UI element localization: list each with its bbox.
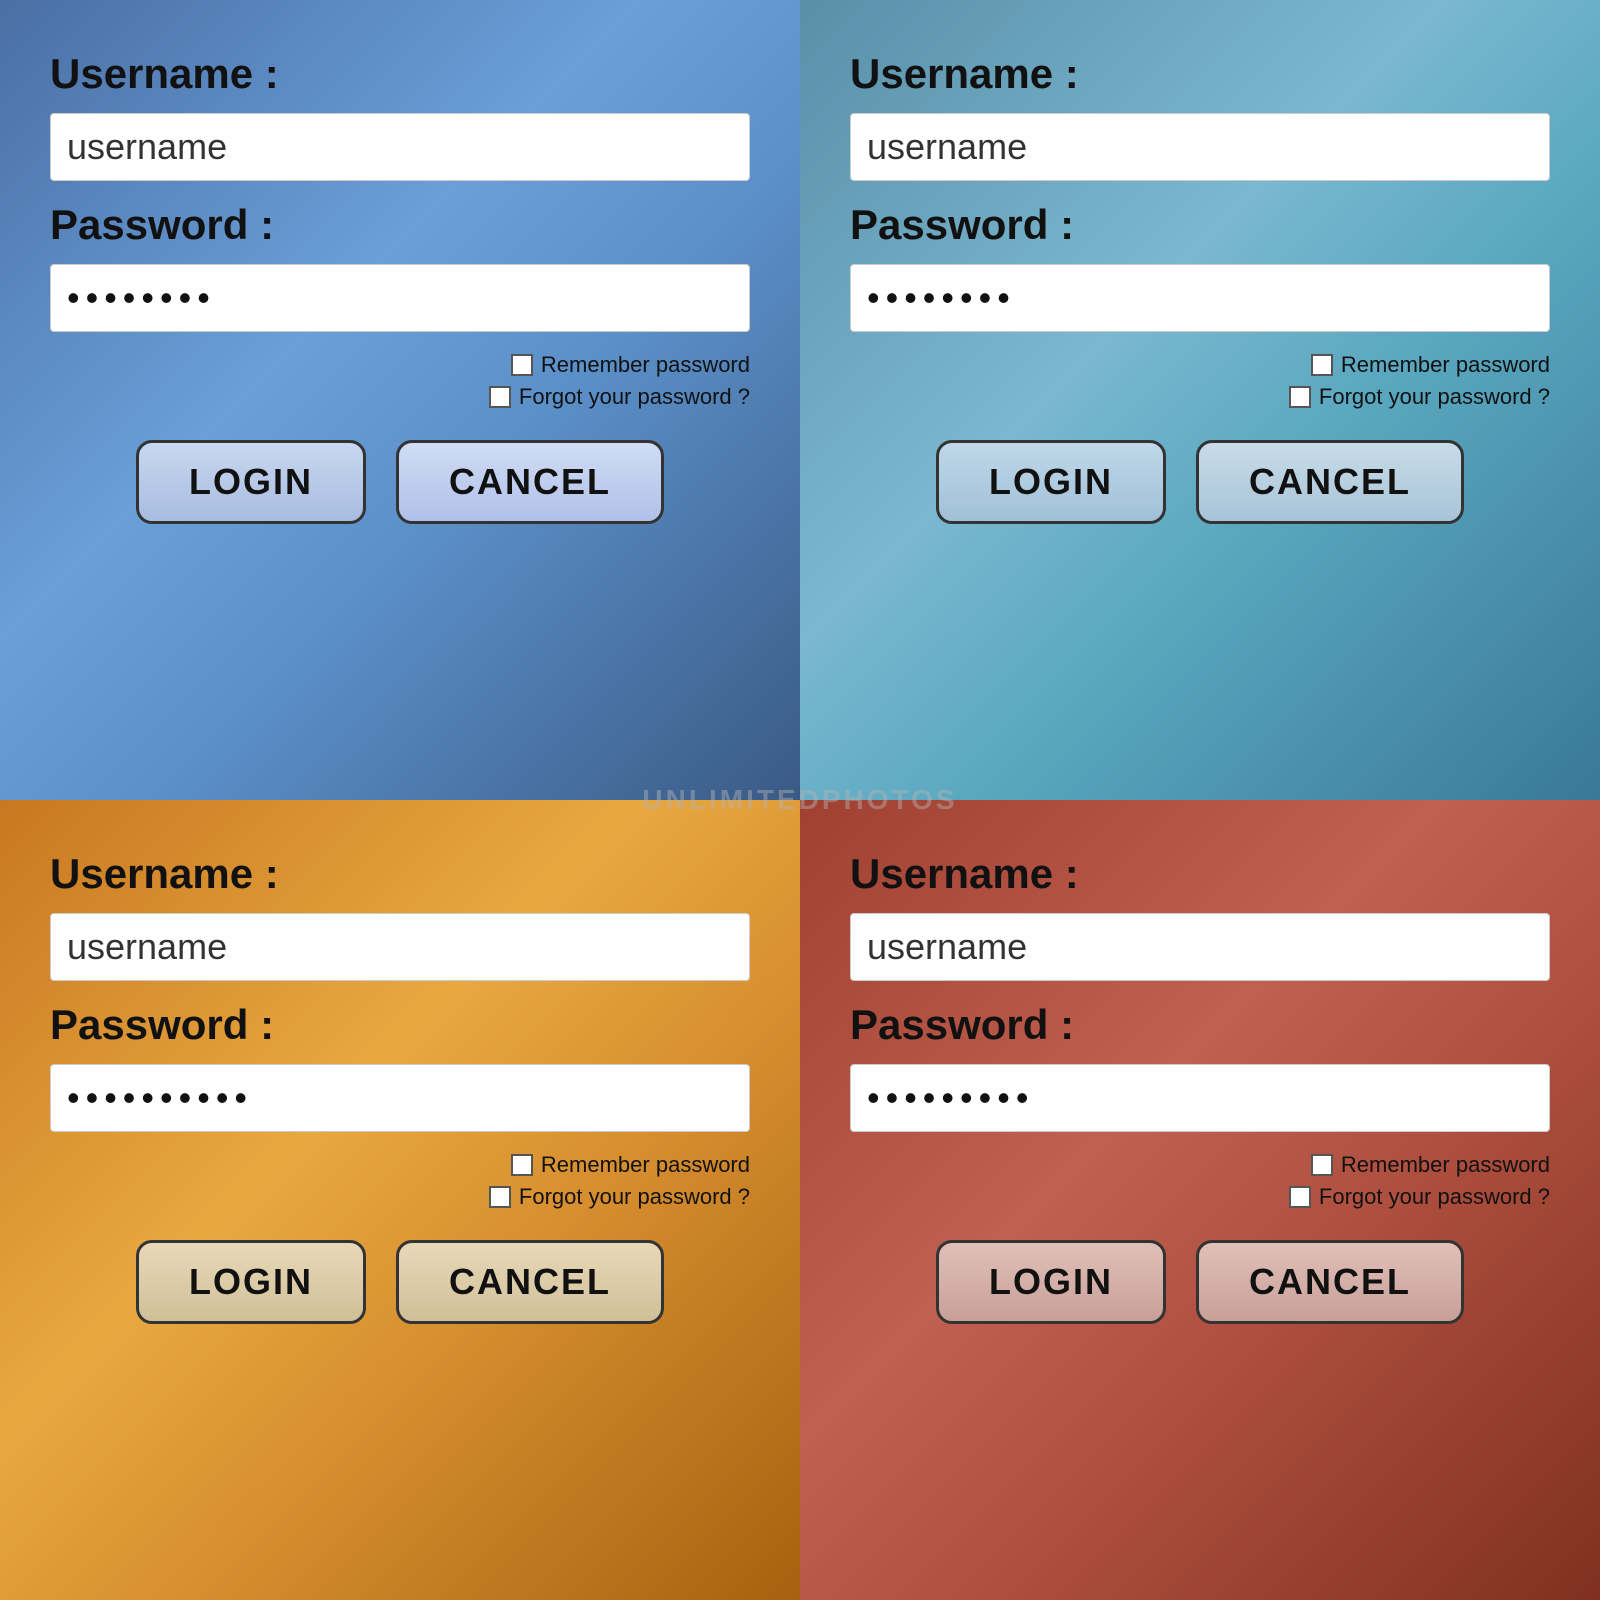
remember-label-bl: Remember password: [541, 1152, 750, 1178]
button-row-br: LOGIN CANCEL: [850, 1240, 1550, 1324]
username-input-tl[interactable]: [50, 113, 750, 181]
username-label-tr: Username :: [850, 50, 1550, 98]
login-button-tr[interactable]: LOGIN: [936, 440, 1166, 524]
panel-top-left: Username : Password : Remember password …: [0, 0, 800, 800]
username-input-br[interactable]: [850, 913, 1550, 981]
password-input-br[interactable]: [850, 1064, 1550, 1132]
forgot-label-bl: Forgot your password ?: [519, 1184, 750, 1210]
username-label-br: Username :: [850, 850, 1550, 898]
login-button-bl[interactable]: LOGIN: [136, 1240, 366, 1324]
cancel-button-tl[interactable]: CANCEL: [396, 440, 664, 524]
forgot-checkbox-br[interactable]: [1289, 1186, 1311, 1208]
remember-checkbox-tl[interactable]: [511, 354, 533, 376]
cancel-button-br[interactable]: CANCEL: [1196, 1240, 1464, 1324]
button-row-bl: LOGIN CANCEL: [50, 1240, 750, 1324]
remember-label-tl: Remember password: [541, 352, 750, 378]
remember-row-br: Remember password: [1311, 1152, 1550, 1178]
login-button-br[interactable]: LOGIN: [936, 1240, 1166, 1324]
cancel-button-tr[interactable]: CANCEL: [1196, 440, 1464, 524]
remember-label-br: Remember password: [1341, 1152, 1550, 1178]
password-input-tr[interactable]: [850, 264, 1550, 332]
password-label-tl: Password :: [50, 201, 750, 249]
button-row-tl: LOGIN CANCEL: [50, 440, 750, 524]
cancel-button-bl[interactable]: CANCEL: [396, 1240, 664, 1324]
forgot-checkbox-bl[interactable]: [489, 1186, 511, 1208]
password-input-bl[interactable]: [50, 1064, 750, 1132]
options-group-tr: Remember password Forgot your password ?: [850, 352, 1550, 410]
remember-row-tl: Remember password: [511, 352, 750, 378]
remember-row-tr: Remember password: [1311, 352, 1550, 378]
forgot-label-br: Forgot your password ?: [1319, 1184, 1550, 1210]
options-group-bl: Remember password Forgot your password ?: [50, 1152, 750, 1210]
panel-bottom-right: Username : Password : Remember password …: [800, 800, 1600, 1600]
forgot-checkbox-tl[interactable]: [489, 386, 511, 408]
username-input-tr[interactable]: [850, 113, 1550, 181]
forgot-row-tr: Forgot your password ?: [1289, 384, 1550, 410]
forgot-label-tr: Forgot your password ?: [1319, 384, 1550, 410]
password-input-tl[interactable]: [50, 264, 750, 332]
remember-checkbox-br[interactable]: [1311, 1154, 1333, 1176]
password-label-br: Password :: [850, 1001, 1550, 1049]
remember-label-tr: Remember password: [1341, 352, 1550, 378]
remember-row-bl: Remember password: [511, 1152, 750, 1178]
username-label-bl: Username :: [50, 850, 750, 898]
forgot-row-tl: Forgot your password ?: [489, 384, 750, 410]
forgot-row-bl: Forgot your password ?: [489, 1184, 750, 1210]
remember-checkbox-bl[interactable]: [511, 1154, 533, 1176]
panel-top-right: Username : Password : Remember password …: [800, 0, 1600, 800]
forgot-row-br: Forgot your password ?: [1289, 1184, 1550, 1210]
forgot-label-tl: Forgot your password ?: [519, 384, 750, 410]
button-row-tr: LOGIN CANCEL: [850, 440, 1550, 524]
forgot-checkbox-tr[interactable]: [1289, 386, 1311, 408]
password-label-tr: Password :: [850, 201, 1550, 249]
username-label-tl: Username :: [50, 50, 750, 98]
username-input-bl[interactable]: [50, 913, 750, 981]
options-group-tl: Remember password Forgot your password ?: [50, 352, 750, 410]
remember-checkbox-tr[interactable]: [1311, 354, 1333, 376]
options-group-br: Remember password Forgot your password ?: [850, 1152, 1550, 1210]
login-button-tl[interactable]: LOGIN: [136, 440, 366, 524]
password-label-bl: Password :: [50, 1001, 750, 1049]
panel-bottom-left: Username : Password : Remember password …: [0, 800, 800, 1600]
